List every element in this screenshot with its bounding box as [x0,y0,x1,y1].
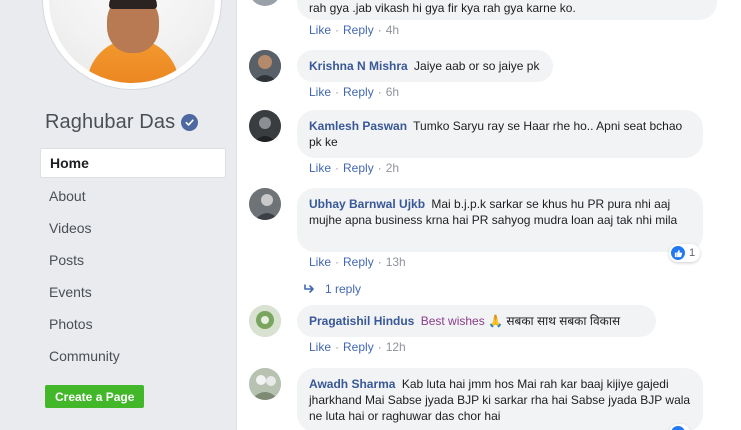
nav-item-home[interactable]: Home [40,148,226,178]
separator-dot: · [377,85,382,99]
comment-bubble: Kamlesh Paswan Tumko Saryu ray se Haar r… [297,110,703,158]
separator-dot: · [377,340,382,354]
comments-panel: rah gya .jab vikash hi gya fir kya rah g… [236,0,741,430]
comment-bubble: Awadh Sharma Kab luta hai jmm hos Mai ra… [297,368,703,430]
comment-time[interactable]: 12h [386,340,406,354]
comment: Ubhay Barnwal Ujkb Mai b.j.p.k sarkar se… [249,188,739,272]
commenter-avatar[interactable] [249,305,281,337]
nav-item-posts[interactable]: Posts [40,244,226,276]
like-link[interactable]: Like [309,161,331,175]
like-link[interactable]: Like [309,85,331,99]
comment: Kamlesh Paswan Tumko Saryu ray se Haar r… [249,110,729,180]
comment: rah gya .jab vikash hi gya fir kya rah g… [249,0,729,38]
commenter-avatar[interactable] [249,110,281,142]
reply-link[interactable]: Reply [343,255,374,269]
comment-actions: Like · Reply · 13h [309,255,406,269]
comment: Pragatishil Hindus Best wishes 🙏 सबका सा… [249,305,729,355]
left-sidebar: Raghubar Das Home About Videos Posts Eve… [0,0,236,430]
commenter-avatar[interactable] [249,368,281,400]
like-link[interactable]: Like [309,255,331,269]
comment-text: rah gya .jab vikash hi gya fir kya rah g… [309,1,576,15]
comment: Krishna N Mishra Jaiye aab or so jaiye p… [249,50,729,100]
profile-photo [49,0,215,83]
profile-picture[interactable] [42,0,222,90]
verified-badge-icon [181,113,199,131]
comment-actions: Like · Reply · 2h [309,161,399,175]
separator-dot: · [335,255,340,269]
nav-item-label: Photos [49,316,93,332]
comment-author[interactable]: Awadh Sharma [309,377,395,391]
pray-icon: 🙏 [488,314,504,328]
comment-text: सबका साथ सबका विकास [506,314,621,328]
reply-arrow-icon [304,284,314,293]
nav-item-events[interactable]: Events [40,276,226,308]
comment-bubble: Ubhay Barnwal Ujkb Mai b.j.p.k sarkar se… [297,188,703,252]
nav-item-label: Events [49,284,92,300]
page-name[interactable]: Raghubar Das [45,111,175,134]
like-reaction-icon [671,246,685,260]
comment-tag[interactable]: Best wishes [421,314,485,328]
nav-item-about[interactable]: About [40,180,226,212]
separator-dot: · [377,23,382,37]
comment-actions: Like · Reply · 4h [309,23,399,37]
nav-item-photos[interactable]: Photos [40,308,226,340]
commenter-avatar[interactable] [249,188,281,220]
reply-link[interactable]: Reply [343,23,374,37]
reply-link[interactable]: Reply [343,340,374,354]
separator-dot: · [335,85,340,99]
reply-link[interactable]: Reply [343,161,374,175]
commenter-avatar[interactable] [249,50,281,82]
photo-hair [109,0,157,9]
comment-actions: Like · Reply · 12h [309,340,406,354]
reaction-count[interactable]: 1 [669,244,701,262]
like-link[interactable]: Like [309,23,331,37]
page-nav: Home About Videos Posts Events Photos Co… [40,148,226,372]
comment-author[interactable]: Ubhay Barnwal Ujkb [309,197,425,211]
view-replies-link[interactable]: 1 reply [303,280,361,298]
nav-item-community[interactable]: Community [40,340,226,372]
nav-item-label: Home [50,155,89,171]
separator-dot: · [335,161,340,175]
separator-dot: · [335,23,340,37]
separator-dot: · [377,255,382,269]
comment-author[interactable]: Kamlesh Paswan [309,119,407,133]
nav-item-label: Posts [49,252,85,268]
nav-item-videos[interactable]: Videos [40,212,226,244]
comment-time[interactable]: 2h [386,161,399,175]
nav-item-label: About [49,188,86,204]
comment-author[interactable]: Pragatishil Hindus [309,314,414,328]
like-reaction-icon [671,426,685,430]
nav-item-label: Videos [49,220,92,236]
create-page-button[interactable]: Create a Page [45,385,145,408]
comment-time[interactable]: 4h [386,23,399,37]
page-name-row: Raghubar Das [45,108,199,136]
like-link[interactable]: Like [309,340,331,354]
commenter-avatar[interactable] [249,0,281,6]
comment-actions: Like · Reply · 6h [309,85,399,99]
reaction-number: 1 [689,247,696,259]
replies-count: 1 reply [325,282,362,296]
separator-dot: · [377,161,382,175]
comment-author[interactable]: Krishna N Mishra [309,59,408,73]
comment-bubble: Pragatishil Hindus Best wishes 🙏 सबका सा… [297,305,656,337]
comment-bubble: rah gya .jab vikash hi gya fir kya rah g… [297,0,717,20]
comment: Awadh Sharma Kab luta hai jmm hos Mai ra… [249,368,739,430]
comment-text: Jaiye aab or so jaiye pk [414,59,540,73]
nav-item-label: Community [49,348,120,364]
comment-time[interactable]: 13h [386,255,406,269]
separator-dot: · [335,340,340,354]
comment-time[interactable]: 6h [386,85,399,99]
reply-link[interactable]: Reply [343,85,374,99]
comment-bubble: Krishna N Mishra Jaiye aab or so jaiye p… [297,50,553,82]
